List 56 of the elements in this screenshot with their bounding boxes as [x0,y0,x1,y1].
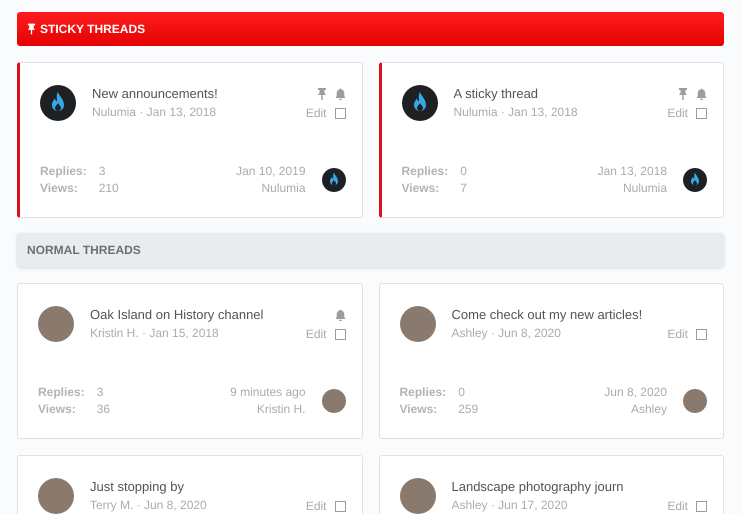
thread-title[interactable]: New announcements! [92,85,290,103]
views-count: 210 [98,180,119,197]
bell-icon [696,88,707,100]
thread-title[interactable]: Just stopping by [90,478,290,496]
edit-link[interactable]: Edit [667,104,688,122]
bell-icon [334,88,346,100]
replies-label: Replies: [40,163,87,180]
edit-link[interactable]: Edit [306,104,326,122]
thread-meta: Terry M. · Jun 8, 2020 [90,497,208,514]
pin-icon [316,88,326,100]
replies-count: 3 [98,163,106,180]
replies-label: Replies: [38,384,85,401]
thread-meta: Nulumia · Jan 13, 2018 [454,104,579,121]
views-label: Views: [400,401,438,418]
last-post-date: 9 minutes ago [230,384,306,401]
thread-title[interactable]: A sticky thread [454,85,652,103]
select-checkbox[interactable] [334,328,346,340]
views-count: 259 [458,401,478,418]
replies-count: 3 [96,384,104,401]
select-checkbox[interactable] [696,328,707,340]
select-checkbox[interactable] [696,500,707,512]
thread-meta: Kristin H. · Jan 15, 2018 [90,325,220,342]
last-poster[interactable]: Nulumia [261,180,306,197]
thread-meta: Ashley · Jun 17, 2020 [452,497,569,514]
thread-meta: Ashley · Jun 8, 2020 [452,325,562,342]
edit-link[interactable]: Edit [306,497,326,514]
thread-title[interactable]: Oak Island on History channel [90,306,290,324]
replies-label: Replies: [400,384,446,401]
last-post-date: Jan 10, 2019 [236,163,306,180]
last-post-date: Jan 13, 2018 [598,163,667,180]
last-post-date: Jun 8, 2020 [604,384,667,401]
views-count: 7 [460,180,467,197]
last-poster[interactable]: Nulumia [622,180,667,197]
thread-meta: Nulumia · Jan 13, 2018 [92,104,218,121]
select-checkbox[interactable] [334,500,346,512]
last-poster[interactable]: Kristin H. [256,401,306,418]
edit-link[interactable]: Edit [306,325,326,343]
section-title: STICKY THREADS [40,21,146,38]
edit-link[interactable]: Edit [667,325,688,343]
thread-title[interactable]: Come check out my new articles! [452,306,652,324]
views-label: Views: [40,180,79,197]
replies-count: 0 [458,384,466,401]
bell-icon [334,309,346,321]
pin-icon [678,88,688,100]
select-checkbox[interactable] [334,108,346,118]
views-count: 36 [96,401,110,418]
select-checkbox[interactable] [696,108,707,118]
replies-label: Replies: [402,163,448,180]
thread-title[interactable]: Landscape photography journ [452,478,652,496]
replies-count: 0 [460,163,467,180]
pin-icon [27,23,36,35]
last-poster[interactable]: Ashley [630,401,667,418]
views-label: Views: [38,401,77,418]
views-label: Views: [402,180,440,197]
edit-link[interactable]: Edit [667,497,688,514]
section-title: NORMAL THREADS [27,242,141,259]
